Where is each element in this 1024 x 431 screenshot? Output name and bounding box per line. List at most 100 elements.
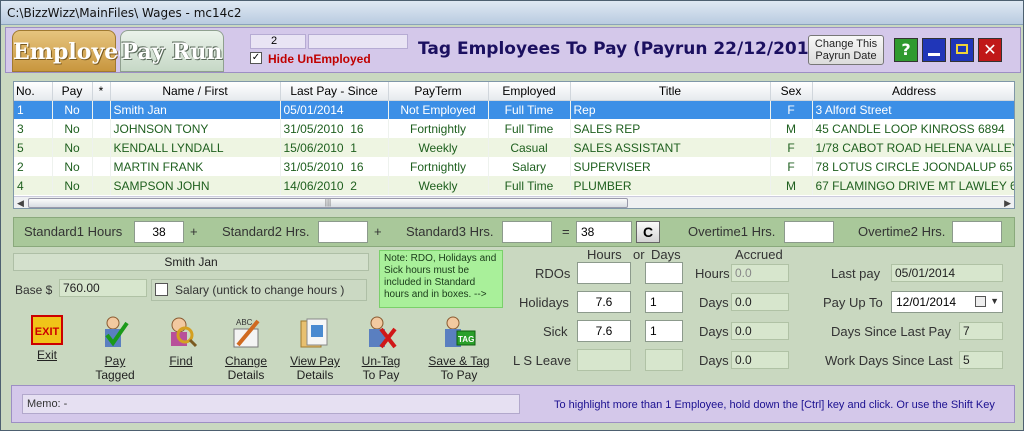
ls-accrued: 0.0 (731, 351, 789, 369)
title-bar: C:\BizzWizz\MainFiles\ Wages - mc14c2 (1, 1, 1023, 25)
maximize-button[interactable] (950, 38, 974, 62)
cell-sex: F (770, 157, 813, 176)
clear-hours-button[interactable]: C (636, 221, 660, 243)
pay-up-to-date-picker[interactable]: 12/01/2014 ▼ (891, 291, 1003, 313)
last-pay-since: 1 (350, 140, 357, 155)
pay-tagged-button[interactable]: Pay Tagged (89, 315, 141, 382)
untag-button[interactable]: Un-Tag To Pay (355, 315, 407, 382)
base-amount-field: 760.00 (59, 279, 147, 297)
save-tag-button[interactable]: TAG Save & Tag To Pay (421, 315, 497, 382)
exit-label: Exit (36, 348, 57, 362)
ls-hours-input (577, 349, 631, 371)
scroll-left-icon[interactable]: ◀ (17, 198, 24, 208)
cell-last-pay: 14/06/2010 2 (280, 176, 389, 195)
change-details-label-2: Details (227, 368, 265, 382)
std3-label: Standard3 Hrs. (406, 224, 494, 239)
salary-checkbox[interactable] (155, 283, 168, 296)
std3-hours-input[interactable] (502, 221, 552, 243)
table-row[interactable]: 3 No JOHNSON TONY 31/05/2010 16 Fortnigh… (14, 119, 1014, 138)
cell-no: 2 (14, 157, 53, 176)
grid-header-row: No. Pay * Name / First Last Pay - Since … (14, 82, 1014, 101)
ot2-label: Overtime2 Hrs. (858, 224, 946, 239)
cell-last-pay: 05/01/2014 (280, 100, 389, 119)
holidays-unit: Days (699, 295, 729, 310)
change-details-button[interactable]: ABC Change Details (219, 315, 273, 382)
last-pay-since: 16 (350, 159, 364, 174)
last-pay-date: 05/01/2014 (283, 102, 344, 117)
cell-no: 3 (14, 119, 53, 138)
minimize-button[interactable] (922, 38, 946, 62)
col-no[interactable]: No. (14, 82, 53, 101)
cell-employed: Full Time (488, 119, 571, 138)
calendar-icon[interactable] (975, 296, 986, 307)
exit-icon: EXIT (31, 315, 63, 345)
change-icon-text: ABC (236, 318, 253, 327)
cell-sex: F (770, 138, 813, 157)
col-payterm[interactable]: PayTerm (388, 82, 489, 101)
cell-pay: No (52, 176, 93, 195)
work-days-field: 5 (959, 351, 1003, 369)
ot2-hours-input[interactable] (952, 221, 1002, 243)
folder-icon (297, 315, 333, 351)
table-row[interactable]: 1 No Smith Jan 05/01/2014 Not Employed F… (14, 100, 1014, 119)
memo-field[interactable]: Memo: - (22, 394, 520, 414)
rdo-hours-input[interactable] (577, 262, 631, 284)
cell-address: 1/78 CABOT ROAD HELENA VALLEY (812, 138, 1014, 157)
scroll-right-icon[interactable]: ▶ (1004, 198, 1011, 208)
cell-address: 67 FLAMINGO DRIVE MT LAWLEY 6 (812, 176, 1014, 195)
holidays-days-input[interactable]: 1 (645, 291, 683, 313)
ls-leave-label: L S Leave (513, 353, 572, 368)
ot1-hours-input[interactable] (784, 221, 834, 243)
tab-employee[interactable]: Employee (12, 30, 132, 72)
cell-address: 78 LOTUS CIRCLE JOONDALUP 65 (812, 157, 1014, 176)
rdo-accrued: 0.0 (731, 264, 789, 282)
col-sex[interactable]: Sex (770, 82, 813, 101)
chevron-down-icon[interactable]: ▼ (990, 296, 999, 306)
horizontal-scrollbar[interactable]: ◀ ||| ▶ (14, 196, 1014, 208)
cell-employed: Full Time (488, 100, 571, 119)
col-employed[interactable]: Employed (488, 82, 571, 101)
rdo-label: RDOs (535, 266, 571, 281)
cell-title: PLUMBER (570, 176, 771, 195)
cell-no: 1 (14, 100, 53, 119)
exit-button[interactable]: EXIT Exit (25, 315, 69, 362)
cell-star (92, 100, 111, 119)
close-button[interactable]: ✕ (978, 38, 1002, 62)
col-name[interactable]: Name / First (110, 82, 281, 101)
cell-title: SALES ASSISTANT (570, 138, 771, 157)
standard-hours-strip: Standard1 Hours 38 + Standard2 Hrs. + St… (13, 217, 1015, 247)
sick-days-input[interactable]: 1 (645, 320, 683, 342)
sick-hours-input[interactable]: 7.6 (577, 320, 631, 342)
view-pay-details-button[interactable]: View Pay Details (285, 315, 345, 382)
table-row[interactable]: 5 No KENDALL LYNDALL 15/06/2010 1 Weekly… (14, 138, 1014, 157)
table-row[interactable]: 2 No MARTIN FRANK 31/05/2010 16 Fortnigh… (14, 157, 1014, 176)
cell-payterm: Fortnightly (388, 119, 489, 138)
std1-hours-input[interactable]: 38 (134, 221, 184, 243)
cell-name: JOHNSON TONY (110, 119, 281, 138)
cell-employed: Casual (488, 138, 571, 157)
cell-title: SUPERVISER (570, 157, 771, 176)
sick-label: Sick (543, 324, 568, 339)
col-pay[interactable]: Pay (52, 82, 93, 101)
std1-label: Standard1 Hours (24, 224, 123, 239)
find-button[interactable]: Find (159, 315, 203, 368)
cell-pay: No (52, 138, 93, 157)
last-pay-date: 14/06/2010 (283, 178, 344, 193)
change-payrun-date-button[interactable]: Change This Payrun Date (808, 35, 884, 65)
tab-pay-run[interactable]: Pay Run (120, 30, 224, 72)
pay-tagged-label-1: Pay (104, 354, 126, 368)
col-address[interactable]: Address (812, 82, 1014, 101)
col-star[interactable]: * (92, 82, 111, 101)
std2-hours-input[interactable] (318, 221, 368, 243)
cell-payterm: Fortnightly (388, 157, 489, 176)
col-last-pay[interactable]: Last Pay - Since (280, 82, 389, 101)
help-button[interactable]: ? (894, 38, 918, 62)
close-icon: ✕ (983, 40, 997, 59)
scrollbar-thumb[interactable]: ||| (28, 198, 628, 208)
table-row[interactable]: 4 No SAMPSON JOHN 14/06/2010 2 Weekly Fu… (14, 176, 1014, 195)
rdo-days-input[interactable] (645, 262, 683, 284)
plus-sign-2: + (374, 224, 382, 239)
holidays-hours-input[interactable]: 7.6 (577, 291, 631, 313)
col-title[interactable]: Title (570, 82, 771, 101)
hide-unemployed-checkbox[interactable]: ✓ (250, 52, 262, 64)
